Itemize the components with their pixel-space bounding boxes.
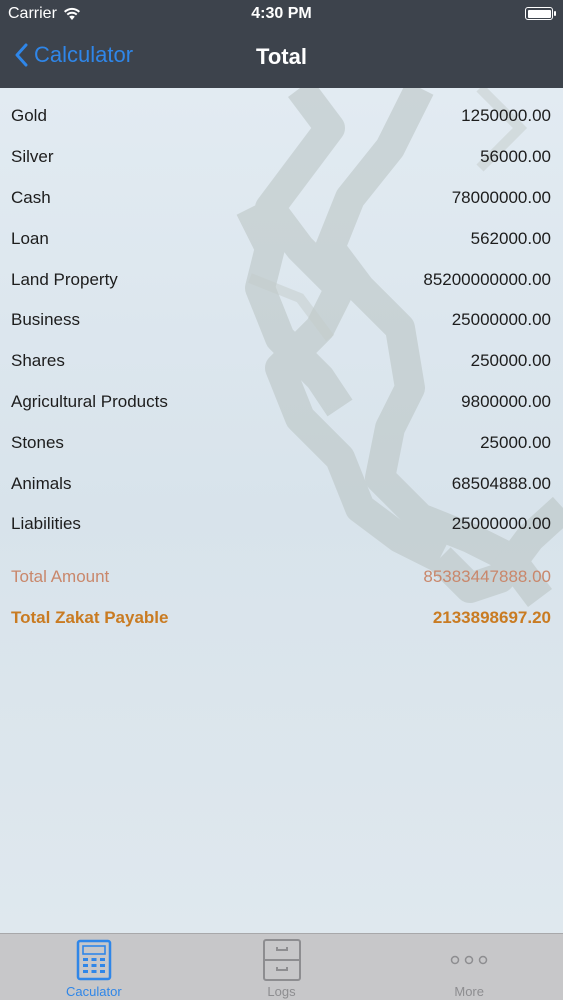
total-zakat-row: Total Zakat Payable 2133898697.20	[0, 598, 563, 639]
item-label: Loan	[11, 228, 49, 248]
item-label: Land Property	[11, 269, 118, 289]
item-label: Business	[11, 310, 80, 330]
item-label: Animals	[11, 473, 72, 493]
item-value: 1250000.00	[461, 106, 551, 126]
list-item: Business 25000000.00	[0, 300, 563, 341]
item-value: 25000.00	[480, 432, 551, 452]
list-item: Loan 562000.00	[0, 218, 563, 259]
nav-bar: Calculator Total	[0, 28, 563, 88]
item-value: 25000000.00	[451, 310, 551, 330]
list-item: Liabilities 25000000.00	[0, 504, 563, 545]
item-value: 68504888.00	[451, 473, 551, 493]
item-value: 562000.00	[470, 228, 551, 248]
item-label: Silver	[11, 147, 54, 167]
total-amount-label: Total Amount	[11, 567, 110, 587]
item-value: 9800000.00	[461, 391, 551, 411]
item-label: Agricultural Products	[11, 391, 168, 411]
list-item: Animals 68504888.00	[0, 463, 563, 504]
item-label: Stones	[11, 432, 64, 452]
asset-list: Gold 1250000.00 Silver 56000.00 Cash 780…	[0, 96, 563, 545]
tab-bar: Caculator Logs More	[0, 933, 563, 1000]
item-value: 78000000.00	[451, 187, 551, 207]
content-area[interactable]: Gold 1250000.00 Silver 56000.00 Cash 780…	[0, 88, 563, 933]
page-title: Total	[256, 44, 307, 69]
calculator-icon	[76, 939, 112, 981]
item-value: 85200000000.00	[423, 269, 551, 289]
total-zakat-label: Total Zakat Payable	[11, 608, 169, 628]
tab-label: Caculator	[66, 984, 122, 999]
list-item: Agricultural Products 9800000.00	[0, 382, 563, 423]
tab-label: Logs	[267, 984, 296, 999]
total-amount-row: Total Amount 85383447888.00	[0, 557, 563, 598]
list-item: Silver 56000.00	[0, 137, 563, 178]
tab-more[interactable]: More	[375, 934, 563, 1000]
tab-label: More	[454, 984, 484, 999]
item-value: 25000000.00	[451, 514, 551, 534]
status-time: 4:30 PM	[251, 5, 312, 22]
list-item: Cash 78000000.00	[0, 178, 563, 219]
item-value: 56000.00	[480, 147, 551, 167]
total-zakat-value: 2133898697.20	[432, 608, 551, 628]
list-item: Gold 1250000.00	[0, 96, 563, 137]
list-item: Land Property 85200000000.00	[0, 259, 563, 300]
item-label: Gold	[11, 106, 47, 126]
list-item: Shares 250000.00	[0, 341, 563, 382]
tab-logs[interactable]: Logs	[188, 934, 376, 1000]
filing-cabinet-icon	[262, 939, 301, 981]
item-label: Liabilities	[11, 514, 81, 534]
tab-calculator[interactable]: Caculator	[0, 934, 188, 1000]
list-item: Stones 25000.00	[0, 422, 563, 463]
battery-icon	[525, 7, 556, 20]
item-label: Shares	[11, 351, 65, 371]
item-value: 250000.00	[470, 351, 551, 371]
more-dots-icon	[450, 955, 488, 965]
item-label: Cash	[11, 187, 51, 207]
status-bar: Carrier 4:30 PM	[0, 0, 563, 28]
total-amount-value: 85383447888.00	[423, 567, 551, 587]
